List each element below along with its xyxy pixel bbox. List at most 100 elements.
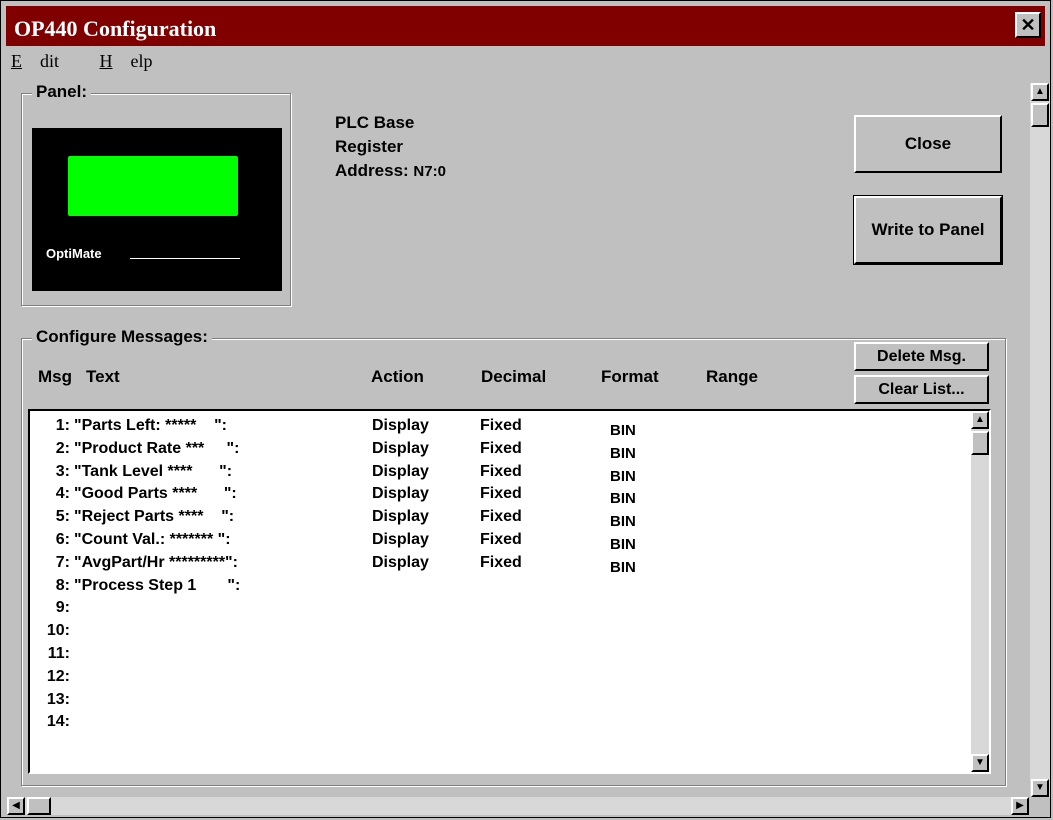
list-scroll-thumb[interactable]: [971, 431, 989, 455]
menu-help-mnemonic: H: [99, 51, 113, 71]
message-text: "AvgPart/Hr *********":: [74, 553, 238, 571]
message-number: 4:: [55, 485, 70, 503]
window-scroll-down-icon[interactable]: ▼: [1031, 779, 1049, 797]
message-number: 5:: [55, 508, 70, 526]
window-title: OP440 Configuration: [14, 16, 217, 41]
message-decimal: Fixed: [480, 553, 522, 571]
panel-group: Panel: OptiMate: [21, 82, 291, 306]
configuration-window: OP440 Configuration ✕ Edit Help Panel: O…: [0, 0, 1051, 818]
col-text: Text: [86, 367, 120, 386]
message-format: BIN: [610, 490, 636, 508]
message-number: 9:: [55, 599, 70, 617]
clear-list-button[interactable]: Clear List...: [854, 375, 989, 404]
window-hscroll-thumb[interactable]: [27, 797, 51, 815]
message-row[interactable]: 11:: [30, 645, 970, 668]
menu-help-rest: elp: [130, 51, 153, 71]
menu-edit-mnemonic: E: [11, 51, 22, 71]
message-action: Display: [372, 508, 429, 526]
message-row[interactable]: 6: "Count Val.: ******* ": Display Fixed BIN: [30, 531, 970, 554]
message-row[interactable]: 5: "Reject Parts **** ": Display Fixed BIN: [30, 508, 970, 531]
col-range: Range: [706, 367, 758, 386]
col-msg: Msg: [38, 367, 72, 386]
message-text: "Good Parts **** ":: [74, 485, 237, 503]
close-button-label: Close: [904, 134, 952, 153]
configure-messages-label: Configure Messages:: [32, 327, 212, 347]
menu-bar: Edit Help: [11, 51, 189, 72]
plc-line-1: PLC Base: [335, 113, 415, 132]
message-format: BIN: [610, 422, 636, 439]
list-scrollbar[interactable]: ▲ ▼: [971, 411, 989, 772]
message-row[interactable]: 4: "Good Parts **** ": Display Fixed BIN: [30, 485, 970, 508]
panel-label: Panel:: [32, 82, 92, 102]
list-scroll-up-icon[interactable]: ▲: [971, 411, 989, 429]
message-number: 3:: [55, 462, 70, 480]
message-decimal: Fixed: [480, 462, 522, 480]
message-number: 11:: [47, 644, 70, 662]
plc-address-value: N7:0: [413, 163, 446, 180]
message-number: 12:: [46, 667, 70, 685]
message-format: BIN: [610, 535, 636, 553]
title-bar[interactable]: OP440 Configuration ✕: [6, 6, 1045, 46]
message-row[interactable]: 7: "AvgPart/Hr *********": Display Fixed BIN: [30, 554, 970, 577]
message-row[interactable]: 9:: [30, 599, 970, 622]
plc-base-register: PLC Base Register Address: N7:0: [335, 111, 446, 184]
panel-preview: OptiMate: [32, 128, 282, 291]
list-scroll-down-icon[interactable]: ▼: [971, 754, 989, 772]
delete-msg-button[interactable]: Delete Msg.: [854, 342, 989, 371]
message-number: 13:: [46, 690, 70, 708]
message-decimal: Fixed: [480, 485, 522, 503]
write-button-label: Write to Panel: [871, 220, 985, 239]
col-format: Format: [601, 367, 659, 386]
message-number: 14:: [46, 713, 70, 731]
message-format: BIN: [610, 513, 636, 531]
message-format: BIN: [610, 558, 636, 576]
message-row[interactable]: 10:: [30, 622, 970, 645]
col-action: Action: [371, 367, 424, 386]
message-action: Display: [372, 530, 429, 548]
write-to-panel-button[interactable]: Write to Panel: [853, 195, 1003, 265]
window-hscrollbar[interactable]: ◀ ▶: [7, 797, 1029, 815]
window-scroll-up-icon[interactable]: ▲: [1031, 83, 1049, 101]
menu-edit-rest: dit: [40, 51, 60, 71]
message-action: Display: [372, 439, 429, 457]
message-format: BIN: [610, 467, 636, 485]
plc-address-label: Address:: [335, 161, 409, 180]
menu-edit[interactable]: Edit: [11, 51, 77, 71]
menu-help[interactable]: Help: [100, 51, 171, 71]
message-action: Display: [372, 417, 429, 434]
col-decimal: Decimal: [481, 367, 547, 386]
message-row[interactable]: 2: "Product Rate *** ": Display Fixed BIN: [30, 440, 970, 463]
optimate-logo: OptiMate: [46, 246, 102, 261]
message-format: BIN: [610, 444, 636, 462]
message-decimal: Fixed: [480, 508, 522, 526]
messages-list[interactable]: 1: "Parts Left: ***** ": Display Fixed BIN 2:…: [28, 409, 991, 774]
clear-button-label: Clear List...: [878, 381, 965, 398]
message-row[interactable]: 13:: [30, 691, 970, 714]
message-row[interactable]: 8: "Process Step 1 ":: [30, 577, 970, 600]
message-number: 1:: [55, 417, 70, 434]
message-text: "Tank Level **** ":: [74, 462, 233, 480]
message-row[interactable]: 3: "Tank Level **** ": Display Fixed BIN: [30, 463, 970, 486]
window-scroll-right-icon[interactable]: ▶: [1011, 797, 1029, 815]
delete-button-label: Delete Msg.: [877, 348, 966, 365]
message-number: 7:: [55, 553, 70, 571]
window-scroll-left-icon[interactable]: ◀: [7, 797, 25, 815]
close-button[interactable]: Close: [854, 115, 1002, 173]
message-row[interactable]: 14:: [30, 713, 970, 736]
close-icon[interactable]: ✕: [1015, 12, 1041, 38]
panel-display-screen: [68, 156, 238, 216]
message-text: "Process Step 1 ":: [74, 576, 241, 594]
window-vscrollbar[interactable]: ▲ ▼: [1030, 83, 1050, 797]
message-action: Display: [372, 485, 429, 503]
message-text: "Product Rate *** ":: [74, 439, 240, 457]
message-decimal: Fixed: [480, 439, 522, 457]
message-number: 2:: [55, 439, 70, 457]
message-row[interactable]: 1: "Parts Left: ***** ": Display Fixed BIN: [30, 417, 970, 440]
message-text: "Count Val.: ******* ":: [74, 530, 231, 548]
window-vscroll-thumb[interactable]: [1031, 103, 1049, 127]
message-row[interactable]: 12:: [30, 668, 970, 691]
message-text: "Reject Parts **** ":: [74, 508, 235, 526]
messages-rows: 1: "Parts Left: ***** ": Display Fixed BIN 2:…: [30, 417, 970, 736]
message-decimal: Fixed: [480, 417, 522, 434]
message-decimal: Fixed: [480, 530, 522, 548]
